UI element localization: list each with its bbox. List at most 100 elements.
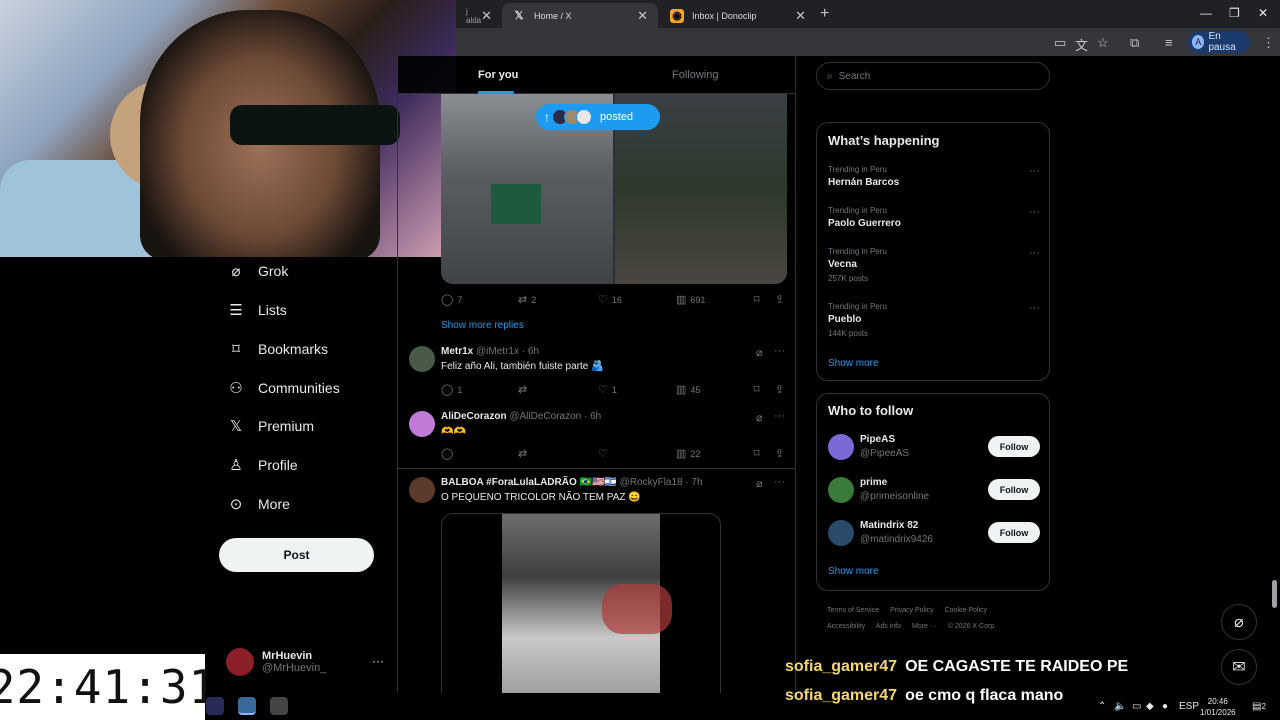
like-button[interactable]: ♡ 1 <box>598 383 617 396</box>
language-indicator[interactable]: ESP <box>1179 701 1199 712</box>
more-dots-icon[interactable]: ··· <box>1029 302 1040 314</box>
more-dots-icon[interactable]: ··· <box>774 476 785 488</box>
tweet-author-handle[interactable]: @RockyFla18 <box>620 477 683 488</box>
avatar[interactable] <box>409 477 435 503</box>
star-icon[interactable]: ☆ <box>1097 35 1109 51</box>
reply-button[interactable]: ◯ <box>441 447 457 460</box>
scrollbar[interactable] <box>1272 580 1277 608</box>
taskbar-app-icon[interactable] <box>206 697 224 715</box>
chrome-icon[interactable] <box>238 697 256 715</box>
tab-following[interactable]: Following <box>672 69 718 81</box>
new-tab-icon[interactable]: + <box>820 5 829 23</box>
footer-link[interactable]: Ads info <box>876 623 901 630</box>
show-more-link[interactable]: Show more <box>828 566 879 577</box>
trend-item[interactable]: Trending in Peru Paolo Guerrero ··· <box>828 206 1040 229</box>
repost-button[interactable]: ⇄ 2 <box>518 293 536 306</box>
follow-suggestion[interactable]: PipeAS @PipeeAS Follow <box>828 434 1040 464</box>
tweet-media[interactable] <box>441 513 721 720</box>
browser-tab-1[interactable]: j alda ✕ <box>456 3 500 28</box>
nav-item-communities[interactable]: ⚇ Communities <box>226 379 339 397</box>
close-tab-icon[interactable]: ✕ <box>795 8 806 24</box>
network-icon[interactable]: ▭ <box>1132 701 1141 712</box>
avatar[interactable] <box>409 346 435 372</box>
share-button[interactable]: ⇪ <box>775 447 788 460</box>
tweet-author-handle[interactable]: @AliDeCorazon <box>509 411 581 422</box>
more-dots-icon[interactable]: ··· <box>1029 165 1040 177</box>
speaker-icon[interactable]: 🔈 <box>1114 701 1126 712</box>
more-dots-icon[interactable]: ··· <box>372 654 384 668</box>
account-switcher[interactable]: MrHuevin @MrHuevin_ <box>226 648 326 676</box>
footer-link[interactable]: Terms of Service <box>827 607 879 614</box>
nav-item-profile[interactable]: ♙ Profile <box>226 456 297 474</box>
like-button[interactable]: ♡ 16 <box>598 293 622 306</box>
new-posts-pill[interactable]: ↑ posted <box>536 104 660 130</box>
footer-link[interactable]: Privacy Policy <box>890 607 934 614</box>
trend-item[interactable]: Trending in Peru Hernán Barcos ··· <box>828 165 1040 188</box>
more-dots-icon[interactable]: ··· <box>774 410 785 422</box>
follow-suggestion[interactable]: prime @primeisonline Follow <box>828 477 1040 507</box>
system-clock[interactable]: 20:46 1/01/2026 <box>1200 696 1236 718</box>
repost-button[interactable]: ⇄ <box>518 383 531 396</box>
grok-icon[interactable]: ⌀ <box>756 346 763 359</box>
nav-item-lists[interactable]: ☰ Lists <box>226 301 287 319</box>
follow-button[interactable]: Follow <box>988 479 1040 500</box>
obs-icon[interactable] <box>270 697 288 715</box>
show-more-replies-link[interactable]: Show more replies <box>441 320 524 331</box>
footer-link[interactable]: Cookie Policy <box>945 607 987 614</box>
follow-button[interactable]: Follow <box>988 436 1040 457</box>
tweet-author-handle[interactable]: @iMetr1x <box>476 346 519 357</box>
notification-icon[interactable]: ▤2 <box>1252 701 1266 712</box>
repost-button[interactable]: ⇄ <box>518 447 531 460</box>
bookmark-button[interactable]: ⌑ <box>754 447 764 460</box>
footer-link[interactable]: More ··· <box>912 623 937 630</box>
more-dots-icon[interactable]: ··· <box>1029 206 1040 218</box>
restore-icon[interactable]: ❐ <box>1229 6 1240 20</box>
close-tab-icon[interactable]: ✕ <box>481 8 492 24</box>
show-more-link[interactable]: Show more <box>828 358 879 369</box>
more-dots-icon[interactable]: ··· <box>1029 247 1040 259</box>
browser-tab-3[interactable]: ◉ Inbox | Donoclip ✕ <box>660 3 816 28</box>
tweet-author-name[interactable]: AliDeCorazon <box>441 411 507 422</box>
tab-for-you[interactable]: For you <box>478 69 518 81</box>
minimize-icon[interactable]: — <box>1200 6 1212 20</box>
reply-button[interactable]: ◯ 7 <box>441 293 462 306</box>
app-tray-icon[interactable]: ◆ <box>1146 701 1154 712</box>
chevron-up-icon[interactable]: ⌃ <box>1098 701 1106 712</box>
grok-icon[interactable]: ⌀ <box>756 477 763 490</box>
media-icon[interactable]: ≡ <box>1165 35 1173 50</box>
bookmark-button[interactable]: ⌑ <box>754 383 764 396</box>
browser-tab-2[interactable]: 𝕏 Home / X ✕ <box>502 3 658 28</box>
trend-item[interactable]: Trending in Peru Vecna 257K posts ··· <box>828 247 1040 283</box>
footer-link[interactable]: Accessibility <box>827 623 865 630</box>
menu-icon[interactable]: ⋮ <box>1262 35 1275 51</box>
like-button[interactable]: ♡ <box>598 447 612 460</box>
nav-item-bookmarks[interactable]: ⌑ Bookmarks <box>226 340 328 358</box>
grok-icon[interactable]: ⌀ <box>1221 604 1257 640</box>
close-tab-icon[interactable]: ✕ <box>637 8 648 24</box>
follow-button[interactable]: Follow <box>988 522 1040 543</box>
cast-icon[interactable]: ▭ <box>1054 35 1066 51</box>
share-button[interactable]: ⇪ <box>775 293 788 306</box>
share-button[interactable]: ⇪ <box>775 383 788 396</box>
views-button[interactable]: ▥ 691 <box>676 293 705 306</box>
post-button[interactable]: Post <box>219 538 374 572</box>
views-button[interactable]: ▥ 45 <box>676 383 700 396</box>
extensions-icon[interactable]: ⧉ <box>1130 35 1139 51</box>
tweet-author-name[interactable]: Metr1x <box>441 346 473 357</box>
translate-icon[interactable]: 文 <box>1075 35 1088 54</box>
reply-button[interactable]: ◯ 1 <box>441 383 462 396</box>
profile-chip[interactable]: A En pausa <box>1188 31 1250 53</box>
microphone-icon[interactable]: ● <box>1162 701 1168 712</box>
nav-item-more[interactable]: ⊙ More <box>226 495 290 513</box>
search-input[interactable]: ⌕ Search <box>816 62 1050 90</box>
close-window-icon[interactable]: ✕ <box>1258 6 1268 20</box>
avatar[interactable] <box>409 411 435 437</box>
nav-item-premium[interactable]: 𝕏 Premium <box>226 417 314 435</box>
follow-suggestion[interactable]: Matindrix 82 @matindrix9426 Follow <box>828 520 1040 550</box>
messages-icon[interactable]: ✉ <box>1221 649 1257 685</box>
trend-item[interactable]: Trending in Peru Pueblo 144K posts ··· <box>828 302 1040 338</box>
nav-item-grok[interactable]: ⌀ Grok <box>226 262 288 280</box>
bookmark-button[interactable]: ⌑ <box>754 293 764 306</box>
views-button[interactable]: ▥ 22 <box>676 447 700 460</box>
tweet-author-name[interactable]: BALBOA #ForaLulaLADRÃO 🇧🇷🇺🇸🇮🇱 <box>441 477 617 488</box>
